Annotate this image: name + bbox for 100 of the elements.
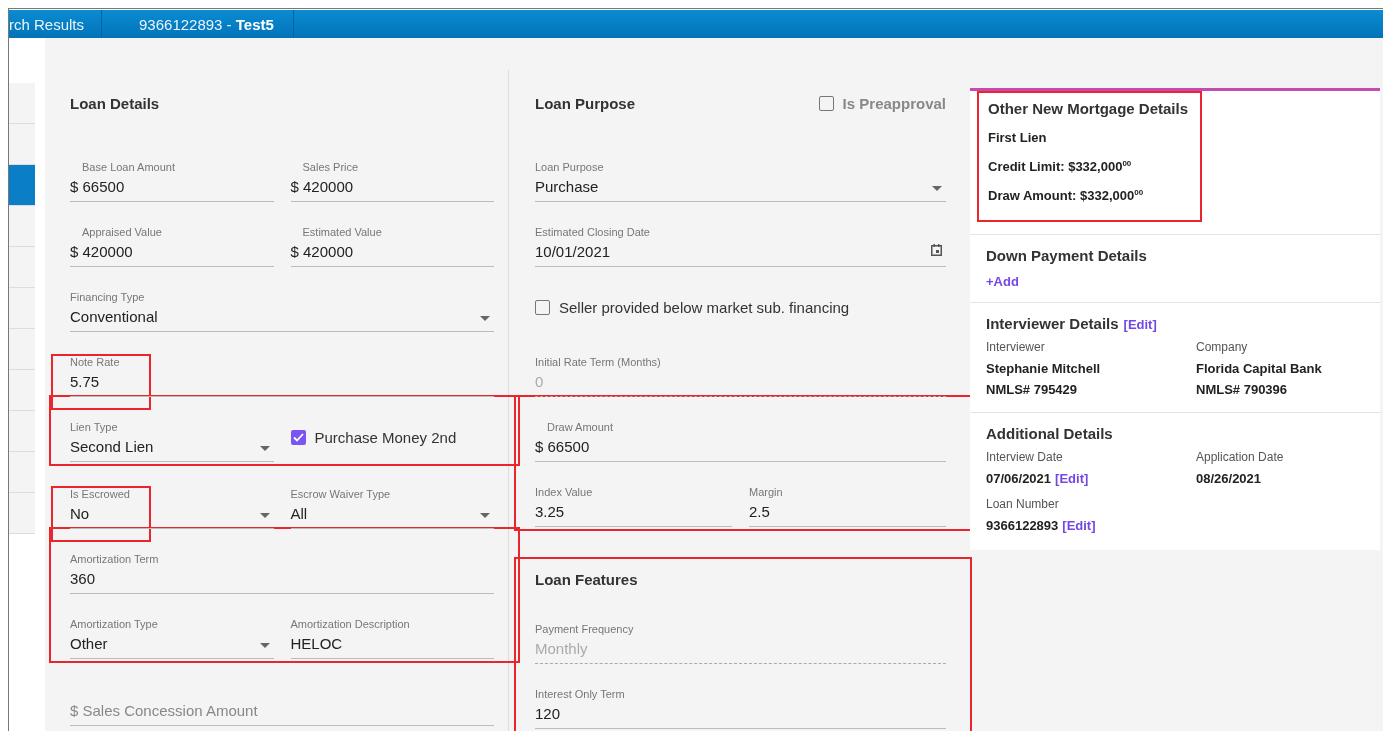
checkbox-label: Is Preapproval bbox=[842, 95, 946, 112]
field-label: Estimated Value bbox=[302, 226, 382, 238]
field-label: Interest Only Term bbox=[535, 688, 625, 700]
select-field[interactable]: Financing Type Conventional bbox=[70, 281, 494, 332]
input-field[interactable]: Appraised Value $ 420000 bbox=[70, 216, 274, 267]
field-value: 10/01/2021 bbox=[535, 243, 611, 262]
field-value: Monthly bbox=[535, 640, 588, 659]
field-value: Second Lien bbox=[70, 438, 154, 457]
detail-line: Credit Limit: $332,000$^{00}$ bbox=[988, 158, 1133, 177]
field-value: HELOC bbox=[290, 635, 343, 654]
section-title: Loan Features bbox=[535, 570, 638, 588]
input-field[interactable]: Margin 2.5 bbox=[749, 476, 946, 527]
detail-value: Florida Capital Bank bbox=[1196, 359, 1322, 378]
calendar-icon[interactable] bbox=[931, 244, 942, 256]
field-value: 120 bbox=[535, 705, 561, 724]
checkbox-field[interactable]: Seller provided below market sub. financing bbox=[535, 282, 946, 332]
field-value: $ 66500 bbox=[535, 438, 590, 457]
input-field[interactable]: Estimated Value $ 420000 bbox=[290, 216, 494, 267]
date-field[interactable]: Estimated Closing Date 10/01/2021 bbox=[535, 216, 946, 267]
edit-link[interactable]: [Edit] bbox=[1062, 517, 1096, 533]
section-title: Down Payment Details bbox=[986, 245, 1148, 266]
add-link[interactable]: +Add bbox=[986, 273, 1019, 289]
field-value: 0 bbox=[535, 373, 544, 392]
dropdown-caret-icon[interactable] bbox=[259, 446, 270, 451]
field-value: Other bbox=[70, 635, 108, 654]
field-label: Loan Purpose bbox=[535, 161, 604, 173]
edit-link[interactable]: [Edit] bbox=[1123, 316, 1157, 332]
field-label: Estimated Closing Date bbox=[535, 226, 650, 238]
edit-link[interactable]: [Edit] bbox=[1055, 470, 1089, 486]
field-label: Amortization Type bbox=[70, 618, 158, 630]
checkbox[interactable] bbox=[818, 96, 834, 111]
checkbox-label: Seller provided below market sub. financing bbox=[559, 298, 850, 316]
field-value: All bbox=[290, 505, 308, 524]
select-field[interactable]: Is Escrowed No bbox=[70, 478, 274, 529]
dropdown-caret-icon[interactable] bbox=[480, 316, 490, 321]
input-field[interactable]: Initial Rate Term (Months) 0 bbox=[535, 346, 946, 397]
field-value: 3.25 bbox=[535, 503, 565, 522]
detail-value: NMLS# 795429 bbox=[986, 380, 1078, 399]
field-label: Initial Rate Term (Months) bbox=[535, 356, 661, 368]
detail-label: Interviewer bbox=[986, 339, 1046, 354]
input-field[interactable]: Interest Only Term 120 bbox=[535, 678, 946, 729]
input-field[interactable]: Note Rate 5.75 bbox=[70, 346, 494, 397]
field-value: Conventional bbox=[70, 308, 158, 327]
input-field[interactable]: Base Loan Amount $ 66500 bbox=[70, 151, 274, 202]
detail-value: 07/06/2021 bbox=[986, 469, 1052, 488]
field-value: $ 420000 bbox=[290, 178, 354, 197]
field-label: Amortization Term bbox=[70, 553, 159, 565]
field-value: No bbox=[70, 505, 90, 524]
dropdown-caret-icon[interactable] bbox=[259, 643, 270, 648]
field-label: Lien Type bbox=[70, 421, 118, 433]
field-label: Index Value bbox=[535, 486, 593, 498]
field-label: Margin bbox=[749, 486, 783, 498]
field-value: $ 66500 bbox=[70, 178, 125, 197]
detail-value: NMLS# 790396 bbox=[1196, 380, 1288, 399]
field-value: $ 420000 bbox=[290, 243, 354, 262]
field-label: Base Loan Amount bbox=[82, 161, 175, 173]
field-placeholder: $ Sales Concession Amount bbox=[70, 702, 258, 721]
field-label: Appraised Value bbox=[82, 226, 162, 238]
detail-label: Application Date bbox=[1196, 449, 1285, 464]
field-label: Amortization Description bbox=[290, 618, 410, 630]
field-label: Draw Amount bbox=[547, 421, 614, 433]
dropdown-caret-icon[interactable] bbox=[932, 186, 942, 191]
checkbox-field[interactable]: Purchase Money 2nd bbox=[290, 412, 494, 462]
dropdown-caret-icon[interactable] bbox=[259, 513, 270, 518]
input-field[interactable]: Amortization Term 360 bbox=[70, 543, 494, 594]
checkbox[interactable] bbox=[535, 299, 550, 315]
field-value: 360 bbox=[70, 570, 96, 589]
select-field[interactable]: Amortization Type Other bbox=[70, 608, 274, 659]
section-title: Interviewer Details bbox=[986, 314, 1119, 332]
input-field[interactable]: Amortization Description HELOC bbox=[290, 608, 494, 659]
input-field[interactable]: Sales Price $ 420000 bbox=[290, 151, 494, 202]
field-label: Is Escrowed bbox=[70, 488, 130, 500]
checkbox-label: Purchase Money 2nd bbox=[314, 428, 457, 446]
detail-label: Interview Date bbox=[986, 449, 1064, 464]
section-title: Additional Details bbox=[986, 424, 1113, 442]
detail-label: Loan Number bbox=[986, 496, 1060, 511]
detail-value: 08/26/2021 bbox=[1196, 469, 1262, 488]
detail-value: Stephanie Mitchell bbox=[986, 359, 1101, 378]
field-label: Note Rate bbox=[70, 356, 120, 368]
detail-line: First Lien bbox=[988, 129, 1048, 147]
sidebar-item[interactable] bbox=[9, 165, 35, 206]
field-value: Purchase bbox=[535, 178, 599, 197]
dropdown-caret-icon[interactable] bbox=[480, 513, 490, 518]
field-label: Escrow Waiver Type bbox=[290, 488, 391, 500]
select-field[interactable]: Escrow Waiver Type All bbox=[290, 478, 494, 529]
field-label: Financing Type bbox=[70, 291, 145, 303]
section-title: Other New Mortgage Details bbox=[988, 100, 1189, 119]
input-field[interactable]: Draw Amount $ 66500 bbox=[535, 411, 946, 462]
field-label: Payment Frequency bbox=[535, 623, 634, 635]
section-title: Loan Details bbox=[70, 95, 160, 112]
detail-value: 9366122893 bbox=[986, 516, 1059, 535]
select-field[interactable]: Loan Purpose Purchase bbox=[535, 151, 946, 202]
select-field[interactable]: Lien Type Second Lien bbox=[70, 411, 274, 462]
field-value: 5.75 bbox=[70, 373, 100, 392]
input-field[interactable]: Payment Frequency Monthly bbox=[535, 613, 946, 664]
field-label: Sales Price bbox=[302, 161, 359, 173]
field-value: $ 420000 bbox=[70, 243, 133, 262]
checkbox[interactable] bbox=[290, 429, 306, 445]
section-title: Loan Purpose bbox=[535, 95, 635, 112]
input-field[interactable]: Index Value 3.25 bbox=[535, 476, 732, 527]
